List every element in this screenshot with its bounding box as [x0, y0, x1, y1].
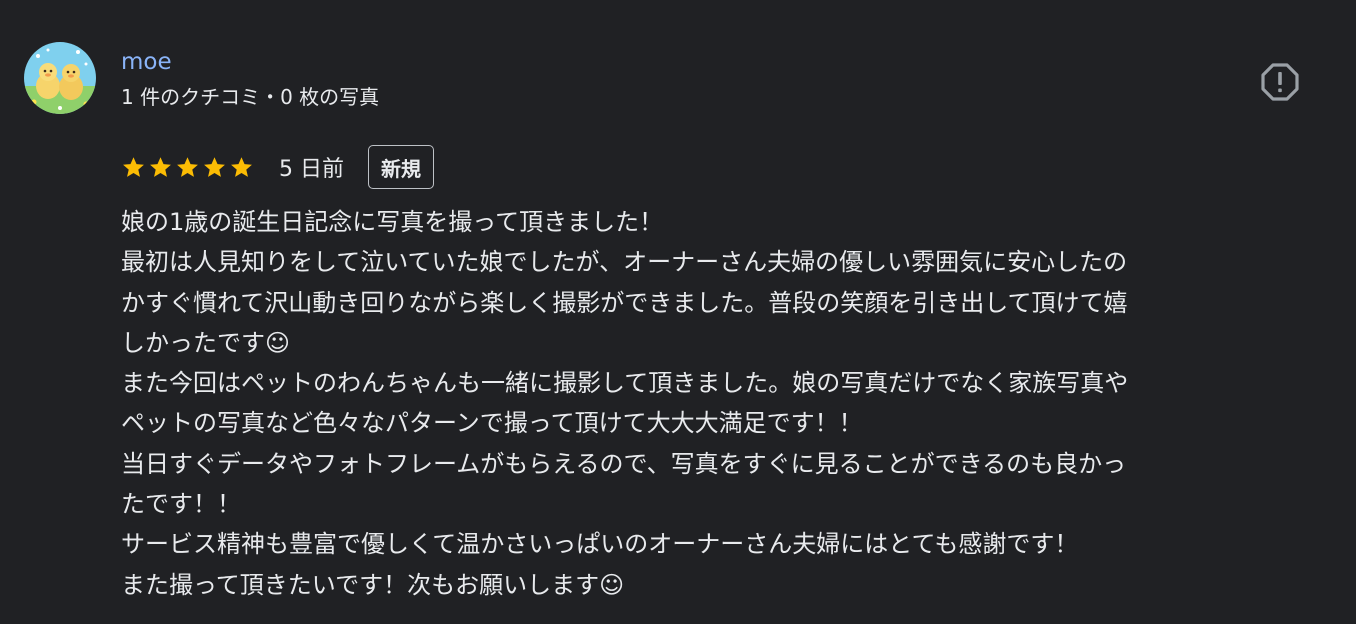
review-text-line: 当日すぐデータやフォトフレームがもらえるので、写真をすぐに見ることができるのも良…	[121, 449, 1127, 478]
author-avatar[interactable]	[24, 42, 96, 114]
review-date: 5 日前	[279, 157, 344, 182]
star-icon	[148, 155, 173, 180]
report-flag-icon	[1261, 63, 1299, 101]
review-text-line: ペットの写真など色々なパターンで撮って頂けて大大大満足です！！	[121, 409, 863, 438]
star-icon	[121, 155, 146, 180]
review-card: moe 1 件のクチコミ・0 枚の写真 5 日前 新規 娘の1歳の誕生日記念に写…	[0, 0, 1356, 624]
star-rating	[121, 155, 254, 180]
star-icon	[175, 155, 200, 180]
rating-row: 5 日前 新規	[121, 143, 434, 191]
review-text-line: たです！！	[121, 490, 241, 519]
star-icon	[229, 155, 254, 180]
review-text-line: 最初は人見知りをして泣いていた娘でしたが、オーナーさん夫婦の優しい雰囲気に安心し…	[121, 248, 1128, 277]
review-text-line: また撮って頂きたいです！次もお願いします☺︎	[121, 570, 625, 599]
report-button[interactable]	[1258, 60, 1302, 104]
review-text-line: サービス精神も豊富で優しくて温かさいっぱいのオーナーさん夫婦にはとても感謝です！	[121, 530, 1079, 559]
review-text: 娘の1歳の誕生日記念に写真を撮って頂きました！ 最初は人見知りをして泣いていた娘で…	[121, 202, 1321, 605]
review-text-line: 娘の1歳の誕生日記念に写真を撮って頂きました！	[121, 208, 664, 236]
author-name[interactable]: moe	[121, 46, 172, 78]
ducklings-avatar-icon	[24, 42, 96, 114]
review-text-line: また今回はペットのわんちゃんも一緒に撮影して頂きました。娘の写真だけでなく家族写…	[121, 369, 1129, 398]
new-badge: 新規	[368, 145, 434, 189]
star-icon	[202, 155, 227, 180]
author-review-count: 1 件のクチコミ・0 枚の写真	[121, 85, 380, 109]
review-text-line: かすぐ慣れて沢山動き回りながら楽しく撮影ができました。普段の笑顔を引き出して頂け…	[121, 288, 1128, 317]
review-text-line: しかったです☺︎	[121, 328, 291, 357]
